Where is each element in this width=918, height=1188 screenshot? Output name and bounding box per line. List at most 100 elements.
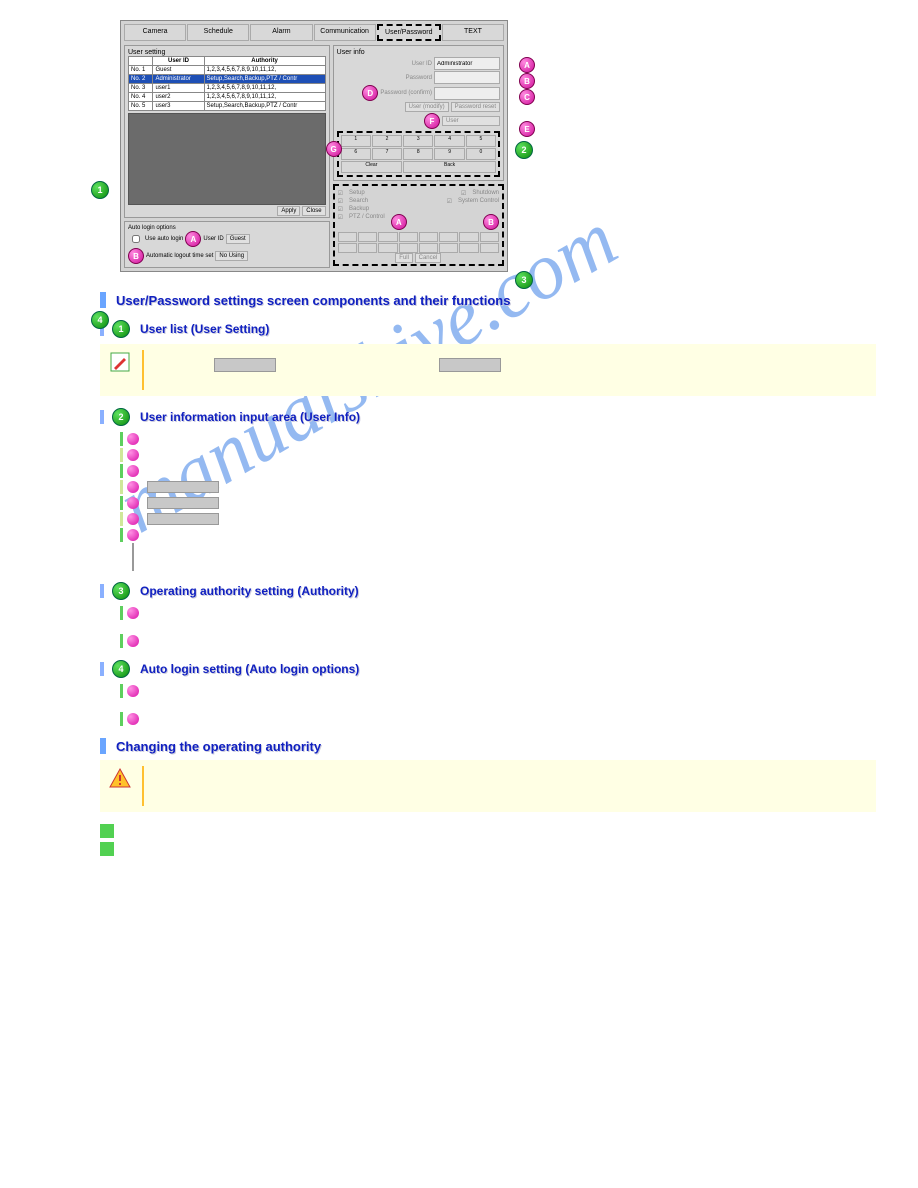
cancel-button[interactable]: Cancel — [415, 253, 442, 263]
section-3-heading: 3 Operating authority setting (Authority… — [100, 582, 918, 600]
user-modify-button[interactable]: User (modify) — [405, 102, 449, 112]
callout-2: 2 — [515, 141, 533, 159]
key-5[interactable]: 5 — [466, 135, 496, 147]
key-back[interactable]: Back — [403, 161, 496, 173]
bar-icon — [100, 584, 104, 598]
table-row[interactable]: No. 5user3Setup,Search,Backup,PTZ / Cont… — [129, 102, 326, 111]
tab-text[interactable]: TEXT — [442, 24, 504, 41]
callout-F: F — [424, 113, 440, 129]
col-authority: Authority — [204, 57, 325, 66]
bar-icon — [120, 634, 123, 648]
autologin-timeout-field[interactable]: No Using — [215, 251, 248, 261]
key-clear[interactable]: Clear — [341, 161, 403, 173]
table-row[interactable]: No. 4user21,2,3,4,5,6,7,8,9,10,11,12, — [129, 93, 326, 102]
key-0[interactable]: 0 — [466, 148, 496, 160]
tab-communication[interactable]: Communication — [314, 24, 376, 41]
note-divider — [142, 766, 144, 806]
userid-field[interactable] — [434, 57, 500, 70]
user-table[interactable]: User ID Authority No. 1Guest1,2,3,4,5,6,… — [128, 56, 326, 111]
tab-camera[interactable]: Camera — [124, 24, 186, 41]
bullet-dot — [127, 449, 139, 461]
cam-cell[interactable] — [459, 232, 478, 242]
cam-cell[interactable] — [419, 232, 438, 242]
bar-icon — [120, 432, 123, 446]
user-dropdown[interactable]: User — [442, 116, 500, 126]
apply-button[interactable]: Apply — [277, 206, 300, 216]
placeholder-field — [132, 543, 134, 557]
section-1-text: User list (User Setting) — [140, 322, 269, 336]
placeholder-field — [132, 557, 134, 571]
auth-setup[interactable]: Setup — [349, 190, 365, 197]
main-heading-text: User/Password settings screen components… — [116, 293, 510, 308]
autologin-userid-field[interactable]: Guest — [226, 234, 250, 244]
edit-icon — [108, 350, 132, 374]
callout-4: 4 — [91, 311, 109, 329]
note-divider — [142, 350, 144, 390]
bar-icon — [120, 464, 123, 478]
key-7[interactable]: 7 — [372, 148, 402, 160]
cam-cell[interactable] — [378, 243, 397, 253]
bar-icon — [120, 528, 123, 542]
cell-auth: Setup,Search,Backup,PTZ / Contr — [204, 102, 325, 111]
userid-label: User ID — [412, 61, 432, 67]
callout-Ao: A — [519, 57, 535, 73]
tab-alarm[interactable]: Alarm — [250, 24, 312, 41]
table-row[interactable]: No. 3user11,2,3,4,5,6,7,8,9,10,11,12, — [129, 84, 326, 93]
section-2-heading: 2 User information input area (User Info… — [100, 408, 918, 426]
use-auto-login-checkbox[interactable] — [132, 235, 140, 243]
key-9[interactable]: 9 — [434, 148, 464, 160]
bullet-dot — [127, 497, 139, 509]
close-button[interactable]: Close — [302, 206, 325, 216]
cell-no: No. 1 — [129, 66, 153, 75]
key-4[interactable]: 4 — [434, 135, 464, 147]
cam-cell[interactable] — [419, 243, 438, 253]
key-2[interactable]: 2 — [372, 135, 402, 147]
key-3[interactable]: 3 — [403, 135, 433, 147]
tab-schedule[interactable]: Schedule — [187, 24, 249, 41]
cam-cell[interactable] — [358, 243, 377, 253]
table-row[interactable]: No. 2AdministratorSetup,Search,Backup,PT… — [129, 75, 326, 84]
callout-A: A — [185, 231, 201, 247]
bar-icon — [120, 480, 123, 494]
tabs: Camera Schedule Alarm Communication User… — [124, 24, 504, 41]
auth-system-control[interactable]: System Control — [458, 198, 499, 205]
cam-cell[interactable] — [459, 243, 478, 253]
table-row[interactable]: No. 1Guest1,2,3,4,5,6,7,8,9,10,11,12, — [129, 66, 326, 75]
cam-cell[interactable] — [338, 243, 357, 253]
auth-backup[interactable]: Backup — [349, 206, 369, 213]
bar-icon — [120, 512, 123, 526]
step-marker — [100, 824, 114, 838]
auth-shutdown[interactable]: Shutdown — [472, 190, 499, 197]
cam-cell[interactable] — [439, 243, 458, 253]
confirm-field[interactable] — [434, 87, 500, 100]
auth-ptz-control[interactable]: PTZ / Control — [349, 214, 385, 230]
key-8[interactable]: 8 — [403, 148, 433, 160]
cam-cell[interactable] — [338, 232, 357, 242]
key-6[interactable]: 6 — [341, 148, 371, 160]
bullet-dot — [127, 685, 139, 697]
callout-D: D — [362, 85, 378, 101]
confirm-label: Password (confirm) — [380, 90, 432, 96]
cam-cell[interactable] — [480, 243, 499, 253]
cam-cell[interactable] — [399, 232, 418, 242]
section-4-text: Auto login setting (Auto login options) — [140, 662, 359, 676]
cam-cell[interactable] — [439, 232, 458, 242]
password-reset-button[interactable]: Password reset — [451, 102, 500, 112]
auth-search[interactable]: Search — [349, 198, 368, 205]
bullet-dot — [127, 635, 139, 647]
full-button[interactable]: Full — [395, 253, 413, 263]
cam-cell[interactable] — [358, 232, 377, 242]
section-2-text: User information input area (User Info) — [140, 410, 360, 424]
section-1-heading: 1 User list (User Setting) — [100, 320, 918, 338]
cam-cell[interactable] — [399, 243, 418, 253]
cell-no: No. 3 — [129, 84, 153, 93]
cam-cell[interactable] — [378, 232, 397, 242]
callout-Bo: B — [519, 73, 535, 89]
password-field[interactable] — [434, 71, 500, 84]
bullet-dot — [127, 529, 139, 541]
key-1[interactable]: 1 — [341, 135, 371, 147]
tab-user-password[interactable]: User/Password — [377, 24, 441, 41]
steps — [100, 824, 918, 856]
cam-cell[interactable] — [480, 232, 499, 242]
user-info-panel: User info User ID Password DPassword (co… — [333, 45, 504, 181]
